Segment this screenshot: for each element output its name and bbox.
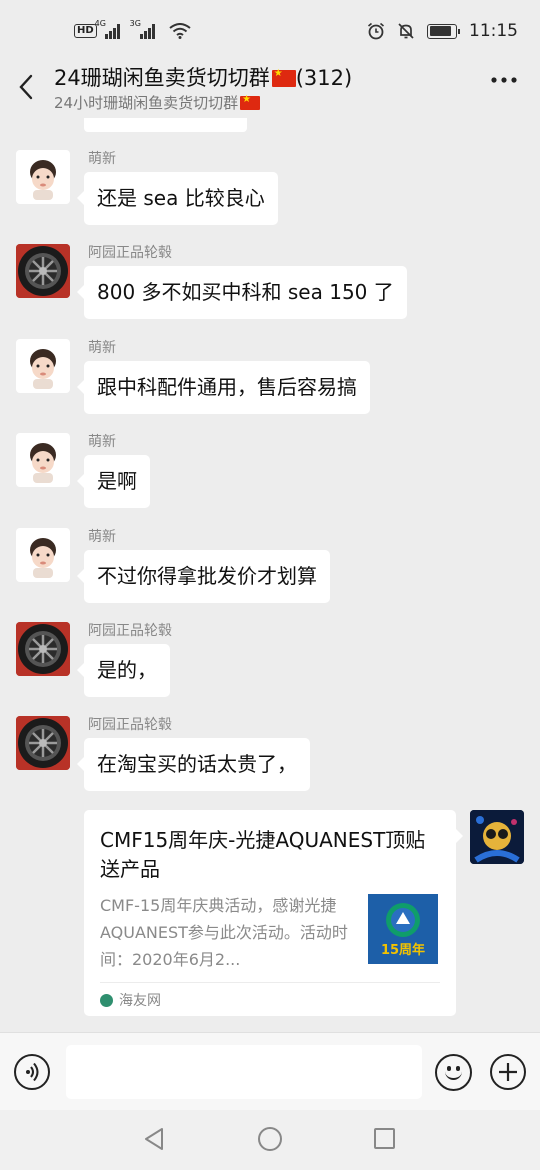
sender-name: 萌新: [88, 434, 116, 450]
battery-level: [429, 26, 451, 36]
status-bar: HD 4G 3G 11:15: [0, 0, 540, 62]
china-flag-icon: [271, 68, 296, 87]
sender-name: 萌新: [88, 340, 116, 356]
avatar-tire[interactable]: [16, 622, 70, 676]
link-card-divider: [100, 982, 440, 983]
china-flag-icon: [240, 94, 261, 110]
wifi-icon: [169, 23, 191, 39]
nav-recent-icon[interactable]: [374, 1128, 395, 1149]
message-bubble[interactable]: 800 多不如买中科和 sea 150 了: [77, 266, 407, 319]
link-card-thumbnail: 15周年: [368, 894, 438, 964]
link-card-source: 海友网: [100, 990, 161, 1010]
signal-icon-2: 3G: [130, 19, 155, 39]
group-subtitle: 24小时珊瑚闲鱼卖货切切群: [54, 92, 261, 113]
avatar-baby[interactable]: [16, 433, 70, 487]
link-card[interactable]: CMF15周年庆-光捷AQUANEST顶贴送产品 CMF-15周年庆典活动，感谢…: [84, 810, 463, 1016]
plus-icon[interactable]: [490, 1054, 526, 1090]
group-title-text: 24珊瑚闲鱼卖货切切群: [54, 66, 270, 90]
sender-name: 萌新: [88, 529, 116, 545]
avatar-self[interactable]: [470, 810, 524, 864]
thumb-text: 15周年: [381, 942, 425, 958]
sender-name: 阿园正品轮毂: [88, 623, 172, 639]
group-subtitle-text: 24小时珊瑚闲鱼卖货切切群: [54, 94, 239, 112]
emoji-icon[interactable]: [435, 1054, 472, 1091]
message-list[interactable]: 萌新 还是 sea 比较良心 阿园正品轮毂 800 多不如买中科和 sea 15…: [0, 118, 540, 1032]
hd-icon: HD: [74, 24, 97, 38]
message-bubble[interactable]: 是的，: [77, 644, 170, 697]
message-bubble[interactable]: 是啊: [77, 455, 150, 508]
sender-name: 阿园正品轮毂: [88, 717, 172, 733]
alarm-icon: [367, 22, 385, 40]
system-nav-bar: [0, 1110, 540, 1170]
emoji-mouth: [445, 1070, 462, 1080]
sender-name: 萌新: [88, 151, 116, 167]
avatar-tire[interactable]: [16, 716, 70, 770]
link-card-description: CMF-15周年庆典活动，感谢光捷AQUANEST参与此次活动。活动时间：202…: [100, 896, 348, 969]
avatar-baby[interactable]: [16, 150, 70, 204]
status-time: 11:15: [469, 21, 518, 41]
status-bar-right: 11:15: [367, 21, 518, 41]
group-title: 24珊瑚闲鱼卖货切切群 (312): [54, 62, 352, 92]
avatar-tire[interactable]: [16, 244, 70, 298]
link-card-source-text: 海友网: [119, 993, 161, 1009]
message-bubble[interactable]: 在淘宝买的话太贵了，: [77, 738, 310, 791]
more-dots-icon[interactable]: [490, 66, 518, 101]
nav-back-icon[interactable]: [142, 1126, 166, 1152]
message-input[interactable]: [66, 1045, 422, 1099]
chat-header: 24珊瑚闲鱼卖货切切群 (312) 24小时珊瑚闲鱼卖货切切群: [0, 58, 540, 118]
signal-icon-1: 4G: [95, 19, 120, 39]
message-bubble[interactable]: 不过你得拿批发价才划算: [77, 550, 330, 603]
avatar-baby[interactable]: [16, 339, 70, 393]
previous-message-bubble: [84, 118, 247, 132]
member-count: (312): [295, 66, 353, 90]
link-card-title: CMF15周年庆-光捷AQUANEST顶贴送产品: [100, 828, 426, 881]
message-bubble[interactable]: 还是 sea 比较良心: [77, 172, 278, 225]
status-bar-left: HD 4G 3G: [74, 19, 191, 39]
avatar-baby[interactable]: [16, 528, 70, 582]
battery-icon: [427, 23, 460, 39]
input-bar: [0, 1032, 540, 1110]
voice-icon[interactable]: [14, 1054, 50, 1090]
message-bubble[interactable]: 跟中科配件通用，售后容易搞: [77, 361, 370, 414]
back-chevron-icon[interactable]: [14, 72, 40, 102]
mute-bell-icon: [398, 23, 414, 39]
source-logo-icon: [100, 993, 113, 1007]
nav-home-icon[interactable]: [258, 1127, 282, 1151]
sender-name: 阿园正品轮毂: [88, 245, 172, 261]
